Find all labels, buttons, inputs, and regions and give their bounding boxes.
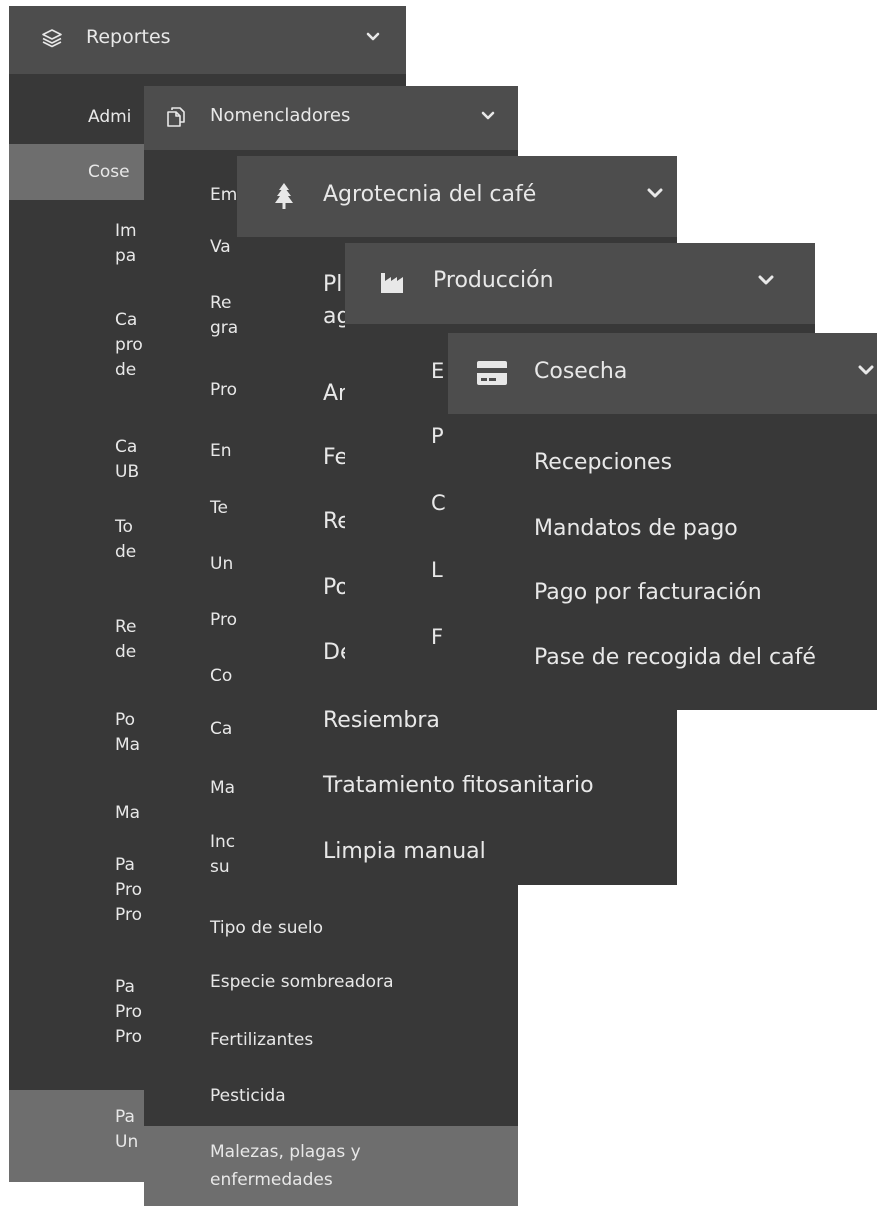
menu-item[interactable]: L bbox=[431, 555, 443, 585]
chevron-down-icon bbox=[858, 365, 874, 376]
menu-item[interactable]: Tipo de suelo bbox=[210, 916, 323, 940]
menu-item[interactable]: Malezas, plagas y enfermedades bbox=[210, 1138, 361, 1194]
menu-item[interactable]: Pa Un bbox=[115, 1105, 138, 1155]
menu-item[interactable]: Pro bbox=[210, 378, 237, 402]
menu-item[interactable]: Ca bbox=[210, 717, 232, 741]
document-copy-icon bbox=[166, 106, 186, 128]
cosecha-title: Cosecha bbox=[534, 359, 628, 384]
menu-item[interactable]: Fertilizantes bbox=[210, 1028, 313, 1052]
menu-item[interactable]: Pesticida bbox=[210, 1084, 286, 1108]
menu-item[interactable]: Re de bbox=[115, 615, 137, 665]
menu-item[interactable]: Re gra bbox=[210, 291, 238, 341]
menu-item[interactable]: Ma bbox=[115, 801, 140, 826]
menu-item[interactable]: Especie sombreadora bbox=[210, 970, 393, 994]
menu-item[interactable]: Ca pro de bbox=[115, 308, 143, 383]
menu-item[interactable]: Limpia manual bbox=[323, 836, 486, 868]
layers-icon bbox=[41, 28, 63, 48]
menu-item-recepciones[interactable]: Recepciones bbox=[534, 447, 672, 479]
produccion-header[interactable]: Producción bbox=[345, 243, 815, 324]
menu-item[interactable]: Admi bbox=[88, 105, 131, 129]
menu-item[interactable]: Pro bbox=[210, 608, 237, 632]
menu-item[interactable]: Pa Pro Pro bbox=[115, 975, 142, 1050]
menu-item[interactable]: En bbox=[210, 439, 232, 463]
menu-item[interactable]: P bbox=[431, 421, 444, 451]
menu-item-pase-de-recogida[interactable]: Pase de recogida del café bbox=[534, 642, 816, 674]
tree-icon bbox=[274, 182, 294, 210]
menu-item[interactable]: F bbox=[431, 622, 443, 652]
menu-item[interactable]: Po Ma bbox=[115, 708, 140, 758]
menu-item[interactable]: Im pa bbox=[115, 219, 137, 269]
menu-item-pago-por-facturacion[interactable]: Pago por facturación bbox=[534, 577, 762, 609]
menu-item-mandatos-de-pago[interactable]: Mandatos de pago bbox=[534, 513, 738, 545]
chevron-down-icon bbox=[366, 32, 380, 42]
menu-item[interactable]: E bbox=[431, 356, 444, 386]
menu-item[interactable]: Cose bbox=[88, 160, 130, 184]
menu-item[interactable]: Em bbox=[210, 183, 237, 207]
cosecha-header[interactable]: Cosecha bbox=[448, 333, 877, 414]
chevron-down-icon bbox=[647, 188, 663, 199]
menu-item[interactable]: Te bbox=[210, 496, 228, 520]
chevron-down-icon bbox=[481, 111, 495, 121]
produccion-title: Producción bbox=[433, 268, 554, 293]
menu-item[interactable]: Ma bbox=[210, 776, 235, 800]
menu-item[interactable]: Un bbox=[210, 552, 233, 576]
menu-item[interactable]: Pa Pro Pro bbox=[115, 853, 142, 928]
credit-card-icon bbox=[476, 360, 508, 386]
industry-icon bbox=[380, 272, 408, 294]
menu-item[interactable]: Inc su bbox=[210, 830, 235, 880]
reportes-header[interactable]: Reportes bbox=[9, 6, 406, 74]
menu-item[interactable]: To de bbox=[115, 515, 136, 565]
menu-item[interactable]: Tratamiento fitosanitario bbox=[323, 770, 594, 802]
menu-item[interactable]: Resiembra bbox=[323, 705, 440, 737]
chevron-down-icon bbox=[758, 275, 774, 286]
menu-item[interactable]: Ca UB bbox=[115, 435, 139, 485]
menu-item[interactable]: Ar bbox=[323, 378, 347, 410]
agrotecnia-header[interactable]: Agrotecnia del café bbox=[237, 156, 677, 237]
menu-item[interactable]: C bbox=[431, 488, 446, 518]
menu-item[interactable]: Co bbox=[210, 664, 232, 688]
agrotecnia-title: Agrotecnia del café bbox=[323, 182, 537, 207]
menu-item[interactable]: Va bbox=[210, 235, 231, 259]
nomencladores-title: Nomencladores bbox=[210, 105, 351, 126]
cosecha-menu: Cosecha Recepciones Mandatos de pago Pag… bbox=[448, 333, 877, 710]
reportes-title: Reportes bbox=[86, 26, 171, 48]
nomencladores-header[interactable]: Nomencladores bbox=[144, 86, 518, 150]
